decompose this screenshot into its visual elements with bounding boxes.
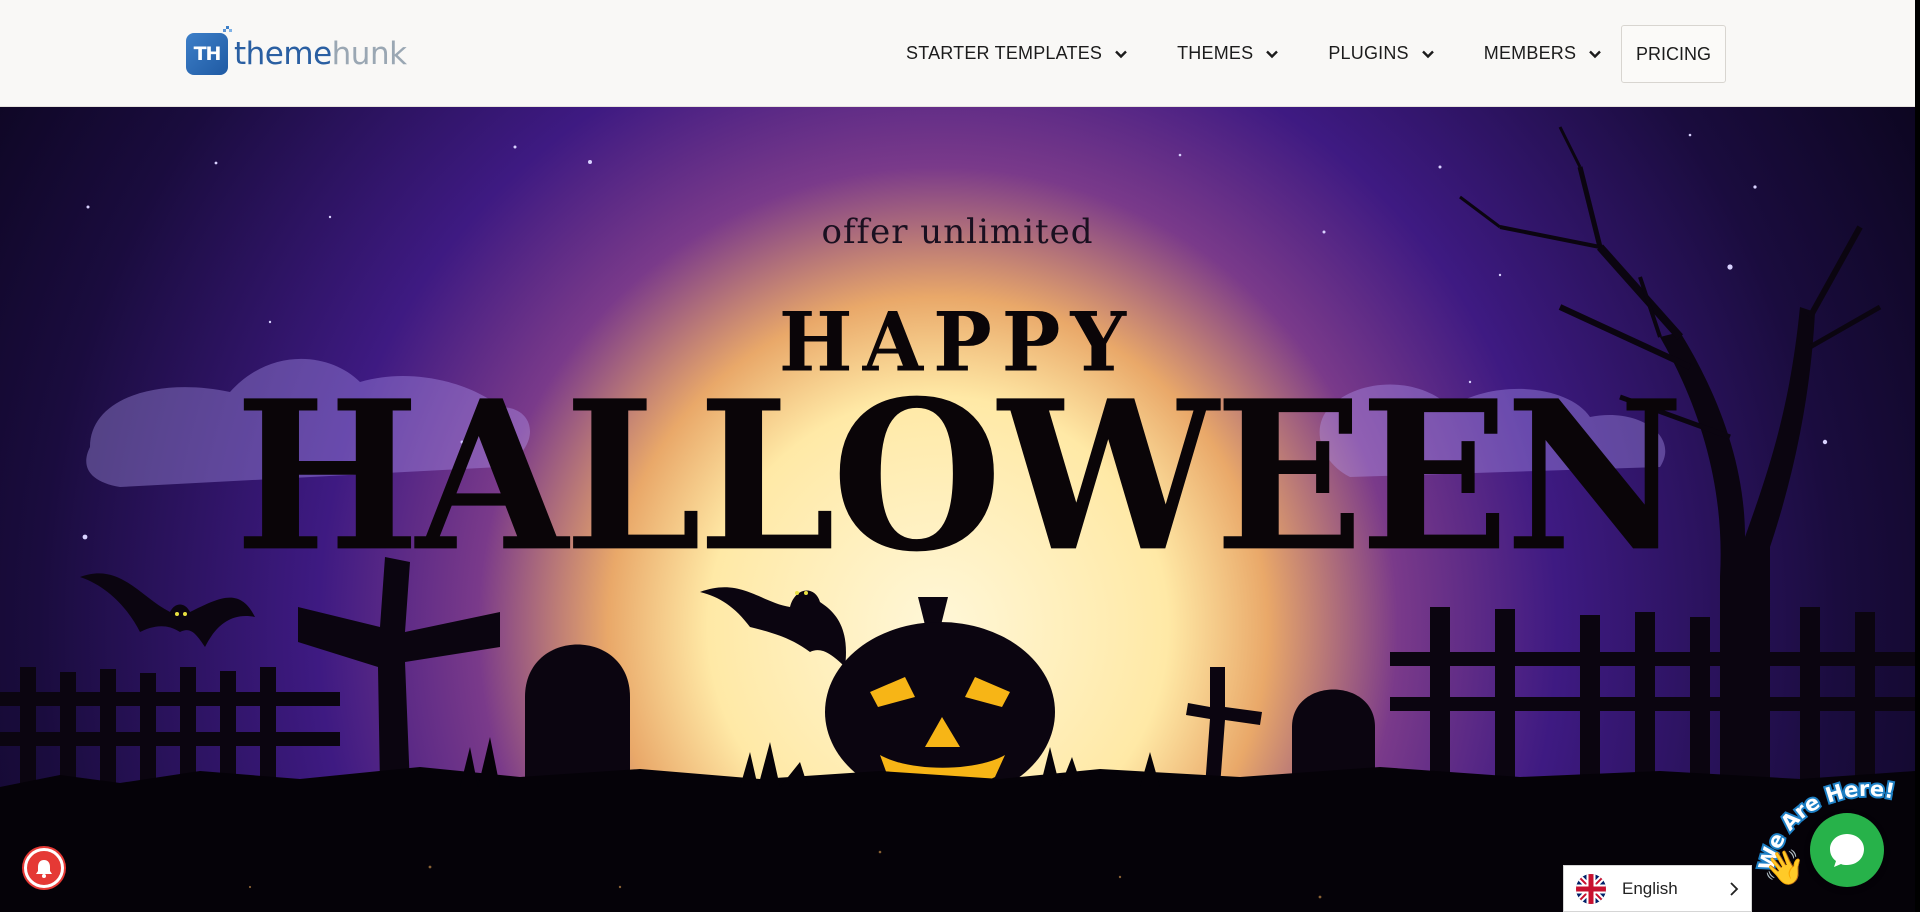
chevron-down-icon xyxy=(1589,50,1602,58)
chat-button[interactable] xyxy=(1810,813,1884,887)
nav-themes[interactable]: THEMES xyxy=(1177,43,1279,64)
themehunk-logo[interactable]: TH themehunk xyxy=(186,26,407,76)
chevron-down-icon xyxy=(1266,50,1279,58)
chevron-right-icon xyxy=(1730,881,1739,896)
notification-bell-button[interactable] xyxy=(24,848,64,888)
right-fence xyxy=(1390,607,1915,797)
site-header: TH themehunk STARTER TEMPLATES THEMES PL… xyxy=(0,0,1915,107)
chevron-down-icon xyxy=(1115,50,1127,58)
nav-starter-templates[interactable]: STARTER TEMPLATES xyxy=(906,43,1128,64)
halloween-title: HALLOWEEN xyxy=(234,356,1685,598)
halloween-hero-banner: offer unlimited HAPPY HALLOWEEN xyxy=(0,107,1915,912)
jack-o-lantern xyxy=(825,597,1055,802)
logo-dots xyxy=(223,26,232,32)
chevron-down-icon xyxy=(1421,50,1434,58)
logo-text-theme: theme xyxy=(234,36,332,72)
logo-text-hunk: hunk xyxy=(331,36,407,72)
chat-bubble-icon xyxy=(1830,834,1864,867)
bell-icon xyxy=(36,860,52,878)
language-switcher[interactable]: English xyxy=(1563,865,1752,912)
waving-hand-icon: 👋 xyxy=(1763,848,1806,888)
nav-label: MEMBERS xyxy=(1483,43,1577,63)
logo-icon: TH xyxy=(186,26,232,75)
main-nav: STARTER TEMPLATES THEMES PLUGINS MEMBERS xyxy=(906,0,1651,107)
nav-members[interactable]: MEMBERS xyxy=(1484,43,1602,64)
logo-wordmark: themehunk xyxy=(234,36,407,72)
nav-plugins[interactable]: PLUGINS xyxy=(1328,43,1434,64)
offer-text: offer unlimited xyxy=(821,212,1094,252)
language-label: English xyxy=(1622,878,1678,898)
pricing-button[interactable]: PRICING xyxy=(1621,25,1726,83)
nav-label: STARTER TEMPLATES xyxy=(906,43,1103,63)
uk-flag-icon xyxy=(1576,873,1606,904)
nav-label: THEMES xyxy=(1177,43,1254,63)
nav-label: PLUGINS xyxy=(1328,43,1409,63)
